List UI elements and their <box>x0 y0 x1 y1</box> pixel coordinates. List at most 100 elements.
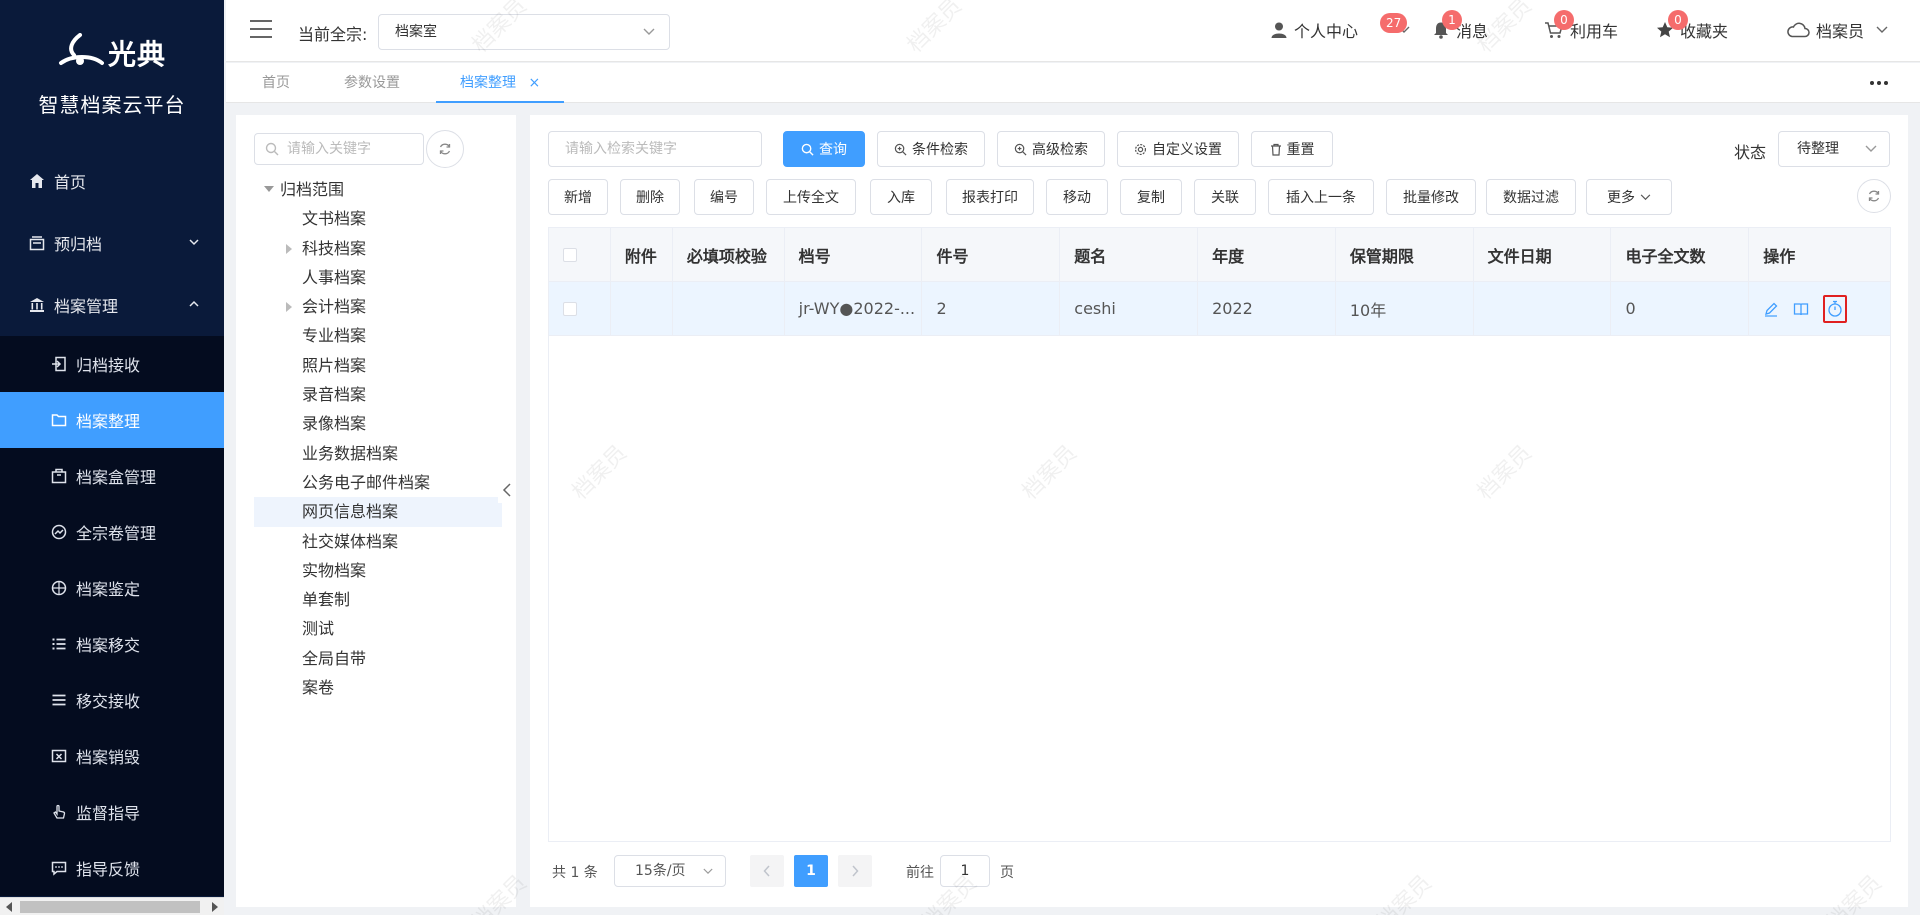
tree-node[interactable]: 公务电子邮件档案 <box>254 468 502 497</box>
tree-node[interactable]: 专业档案 <box>254 321 502 350</box>
warehouse-in-button[interactable]: 入库 <box>870 179 932 215</box>
sidebar-item-supervision[interactable]: 监督指导 <box>0 784 224 840</box>
sidebar-scrollbar[interactable] <box>0 897 224 915</box>
tree-node[interactable]: 单套制 <box>254 585 502 614</box>
tree-node[interactable]: 业务数据档案 <box>254 439 502 468</box>
tree-refresh-button[interactable] <box>426 130 464 168</box>
tree-node[interactable]: 实物档案 <box>254 556 502 585</box>
tree-node[interactable]: 人事档案 <box>254 263 502 292</box>
collapse-tree-button[interactable] <box>498 477 516 503</box>
sidebar-item-destroy[interactable]: 档案销毁 <box>0 728 224 784</box>
user-menu[interactable]: 档案员 <box>1786 18 1888 42</box>
custom-settings-button[interactable]: 自定义设置 <box>1117 131 1239 167</box>
data-filter-button[interactable]: 数据过滤 <box>1486 179 1576 215</box>
sidebar-item-transfer-receive[interactable]: 移交接收 <box>0 672 224 728</box>
caret-right-icon[interactable] <box>286 302 292 313</box>
column-header[interactable]: 文件日期 <box>1474 228 1612 281</box>
tree-node[interactable]: 案卷 <box>254 673 502 702</box>
goto-page-input[interactable]: 1 <box>940 855 990 887</box>
tree-node[interactable]: 录音档案 <box>254 380 502 409</box>
upload-fulltext-button[interactable]: 上传全文 <box>766 179 856 215</box>
next-page-button[interactable] <box>838 855 872 887</box>
copy-button[interactable]: 复制 <box>1120 179 1182 215</box>
associate-button[interactable]: 关联 <box>1194 179 1256 215</box>
column-header[interactable]: 件号 <box>922 228 1061 281</box>
trash-icon <box>1270 143 1282 156</box>
sidebar-item-fonds-volume[interactable]: 全宗卷管理 <box>0 504 224 560</box>
numbering-button[interactable]: 编号 <box>694 179 754 215</box>
tab-home[interactable]: 首页 <box>262 63 290 103</box>
column-header[interactable]: 档号 <box>785 228 923 281</box>
tree-node[interactable]: 照片档案 <box>254 351 502 380</box>
more-button[interactable]: 更多 <box>1586 179 1672 215</box>
keyword-search-input[interactable]: 请输入检索关键字 <box>548 131 762 167</box>
tab-archive-arrange[interactable]: 档案整理 × <box>436 63 565 103</box>
menu-toggle-icon[interactable] <box>250 20 272 38</box>
stopwatch-icon[interactable] <box>1823 294 1848 323</box>
more-label: 更多 <box>1607 190 1635 206</box>
caret-down-icon[interactable] <box>264 186 274 192</box>
sidebar-item-feedback[interactable]: 指导反馈 <box>0 840 224 896</box>
column-header[interactable]: 题名 <box>1060 228 1199 281</box>
keyword-search-placeholder: 请输入检索关键字 <box>565 141 677 157</box>
tree-node[interactable]: 会计档案 <box>254 292 502 321</box>
sidebar-item-pre-archive[interactable]: 预归档 <box>0 212 224 274</box>
column-header[interactable]: 电子全文数 <box>1611 228 1750 281</box>
page-size-value: 15条/页 <box>635 863 686 879</box>
column-header[interactable]: 年度 <box>1198 228 1336 281</box>
scrollbar-thumb[interactable] <box>20 901 200 913</box>
utilization-cart[interactable]: 利用车 0 <box>1544 10 1618 42</box>
tree-node[interactable]: 文书档案 <box>254 204 502 233</box>
tab-parameter-settings[interactable]: 参数设置 <box>344 63 400 103</box>
reset-button[interactable]: 重置 <box>1251 131 1333 167</box>
report-print-button[interactable]: 报表打印 <box>946 179 1034 215</box>
column-header[interactable]: 保管期限 <box>1336 228 1474 281</box>
bank-icon <box>28 296 46 314</box>
sidebar-item-archive-arrange[interactable]: 档案整理 <box>0 392 224 448</box>
scroll-right-arrow-icon[interactable] <box>212 902 218 912</box>
scroll-left-arrow-icon[interactable] <box>6 902 12 912</box>
status-select[interactable]: 待整理 <box>1778 131 1890 167</box>
close-icon[interactable]: × <box>528 75 540 91</box>
book-icon[interactable] <box>1793 301 1809 317</box>
tree-node-root[interactable]: 归档范围 <box>254 175 502 204</box>
sidebar-item-archive-receive[interactable]: 归档接收 <box>0 336 224 392</box>
tree-search-input[interactable]: 请输入关键字 <box>254 133 424 165</box>
table-row[interactable]: jr-WY●2022-... 2 ceshi 2022 10年 0 <box>549 282 1890 336</box>
tree-node[interactable]: 科技档案 <box>254 234 502 263</box>
sidebar-item-appraisal[interactable]: 档案鉴定 <box>0 560 224 616</box>
tree-node[interactable]: 录像档案 <box>254 409 502 438</box>
delete-button[interactable]: 删除 <box>620 179 680 215</box>
sidebar-item-archive-management[interactable]: 档案管理 <box>0 274 224 336</box>
tree-node[interactable]: 社交媒体档案 <box>254 527 502 556</box>
caret-right-icon[interactable] <box>286 243 292 254</box>
insert-previous-button[interactable]: 插入上一条 <box>1268 179 1374 215</box>
batch-edit-button[interactable]: 批量修改 <box>1386 179 1476 215</box>
messages[interactable]: 消息 1 <box>1432 10 1488 42</box>
more-dots-icon[interactable] <box>1870 81 1888 85</box>
fonds-select[interactable]: 档案室 <box>378 14 670 50</box>
column-header[interactable]: 附件 <box>611 228 673 281</box>
favorites[interactable]: 收藏夹 0 <box>1656 10 1728 42</box>
page-number-button[interactable]: 1 <box>794 855 828 887</box>
table-refresh-button[interactable] <box>1857 179 1891 213</box>
edit-icon[interactable] <box>1763 301 1779 317</box>
advanced-search-button[interactable]: 高级检索 <box>997 131 1105 167</box>
tree-node[interactable]: 全局自带 <box>254 644 502 673</box>
condition-search-button[interactable]: 条件检索 <box>877 131 985 167</box>
tree-node[interactable]: 测试 <box>254 614 502 643</box>
favorites-badge: 0 <box>1668 10 1688 30</box>
sidebar-item-transfer[interactable]: 档案移交 <box>0 616 224 672</box>
tree-node[interactable]: 网页信息档案 <box>254 497 502 527</box>
select-all-checkbox[interactable] <box>563 247 577 262</box>
move-button[interactable]: 移动 <box>1046 179 1108 215</box>
sidebar-item-home[interactable]: 首页 <box>0 150 224 212</box>
sidebar-item-box-management[interactable]: 档案盒管理 <box>0 448 224 504</box>
column-header[interactable]: 必填项校验 <box>673 228 785 281</box>
prev-page-button[interactable] <box>750 855 784 887</box>
add-button[interactable]: 新增 <box>548 179 608 215</box>
row-checkbox[interactable] <box>563 301 577 316</box>
query-button[interactable]: 查询 <box>783 131 865 167</box>
page-size-select[interactable]: 15条/页 <box>614 855 726 887</box>
user-center[interactable]: 个人中心 27 <box>1270 13 1410 42</box>
